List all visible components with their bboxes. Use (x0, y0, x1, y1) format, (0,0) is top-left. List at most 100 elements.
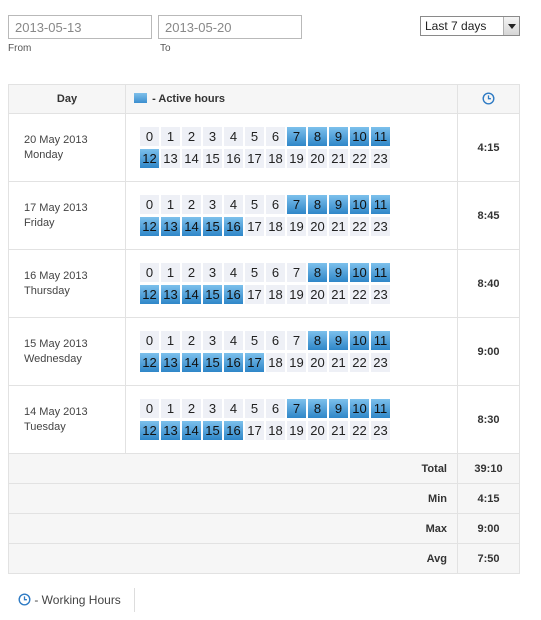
hour-cell-active: 16 (224, 284, 243, 304)
hour-cell-active: 11 (371, 126, 390, 146)
active-hours-header-label: - Active hours (152, 93, 226, 105)
hour-cell: 5 (245, 262, 264, 282)
hour-cell: 18 (266, 352, 285, 372)
hour-cell-active: 11 (371, 398, 390, 418)
hour-cell: 16 (224, 148, 243, 168)
hour-cell: 21 (329, 420, 348, 440)
day-weekday: Friday (24, 216, 55, 229)
hour-cell: 6 (266, 262, 285, 282)
hour-cell-active: 12 (140, 216, 159, 236)
hour-cell-active: 9 (329, 262, 348, 282)
hour-cell-active: 8 (308, 126, 327, 146)
hour-cell: 3 (203, 330, 222, 350)
date-range-select[interactable]: Last 7 days (420, 16, 520, 36)
hour-cell: 3 (203, 126, 222, 146)
day-total: 9:00 (457, 317, 520, 386)
summary-value: 39:10 (457, 453, 520, 484)
hour-cell: 7 (287, 262, 306, 282)
summary-value: 4:15 (457, 483, 520, 514)
day-weekday: Thursday (24, 284, 70, 297)
summary-label: Avg (8, 543, 458, 574)
hour-cell-active: 7 (287, 398, 306, 418)
table-header-row: Day - Active hours (8, 84, 520, 114)
hour-cell: 20 (308, 148, 327, 168)
day-total: 4:15 (457, 113, 520, 182)
hour-cell: 6 (266, 330, 285, 350)
hour-cell-active: 9 (329, 398, 348, 418)
day-cell: 15 May 2013 Wednesday (8, 317, 126, 386)
day-weekday: Monday (24, 148, 64, 161)
hour-cell: 4 (224, 262, 243, 282)
hour-cell: 6 (266, 398, 285, 418)
hour-cell: 22 (350, 420, 369, 440)
working-hours-table: Day - Active hours 20 May 2013 Monday 0 1 2 3… (8, 84, 520, 574)
hour-cell-active: 14 (182, 284, 201, 304)
hour-cell-active: 9 (329, 126, 348, 146)
hour-cell: 7 (287, 330, 306, 350)
hour-cell-active: 8 (308, 194, 327, 214)
hour-cell-active: 11 (371, 194, 390, 214)
hour-cell-active: 12 (140, 284, 159, 304)
hour-cell-active: 8 (308, 262, 327, 282)
hour-cell: 4 (224, 330, 243, 350)
hour-cell-active: 15 (203, 420, 222, 440)
day-date: 20 May 2013 (24, 133, 88, 146)
hour-cell: 20 (308, 284, 327, 304)
hour-cell-active: 7 (287, 194, 306, 214)
hour-cell: 18 (266, 148, 285, 168)
hour-cell-active: 10 (350, 262, 369, 282)
day-column-header: Day (8, 84, 126, 114)
hour-cell-active: 12 (140, 352, 159, 372)
hour-cell: 0 (140, 262, 159, 282)
hour-cell-active: 14 (182, 352, 201, 372)
hour-cell-active: 11 (371, 262, 390, 282)
day-date: 16 May 2013 (24, 269, 88, 282)
hour-cell: 1 (161, 330, 180, 350)
summary-row-min: Min 4:15 (8, 483, 520, 514)
hour-cell-active: 12 (140, 148, 159, 168)
to-date-input[interactable] (158, 15, 302, 39)
hour-line: 12 13 14 15 16 17 18 19 20 21 22 23 (140, 216, 457, 237)
day-date: 15 May 2013 (24, 337, 88, 350)
hour-line: 12 13 14 15 16 17 18 19 20 21 22 23 (140, 148, 457, 169)
hour-cell: 0 (140, 126, 159, 146)
hour-cell: 1 (161, 262, 180, 282)
hour-cell-active: 13 (161, 284, 180, 304)
from-date-input[interactable] (8, 15, 152, 39)
hour-cell: 19 (287, 420, 306, 440)
hour-cell: 17 (245, 420, 264, 440)
hour-cell-active: 7 (287, 126, 306, 146)
hour-cell: 13 (161, 148, 180, 168)
day-row: 16 May 2013 Thursday 0 1 2 3 4 5 6 7 8 9 10 11 12 13 14 1… (8, 249, 520, 318)
clock-icon (482, 92, 495, 105)
hour-cell-active: 10 (350, 194, 369, 214)
hour-cell: 21 (329, 352, 348, 372)
day-total: 8:30 (457, 385, 520, 454)
hour-cell: 20 (308, 352, 327, 372)
hour-cell: 17 (245, 148, 264, 168)
chevron-down-icon[interactable] (503, 17, 519, 35)
active-hours-cell: 0 1 2 3 4 5 6 7 8 9 10 11 12 13 14 15 16 17 18 19 20 21 22 23 (125, 113, 458, 182)
hour-cell: 22 (350, 216, 369, 236)
day-row: 15 May 2013 Wednesday 0 1 2 3 4 5 6 7 8 9 10 11 12 13 14… (8, 317, 520, 386)
hour-cell: 19 (287, 284, 306, 304)
summary-label: Min (8, 483, 458, 514)
hour-cell-active: 8 (308, 330, 327, 350)
hour-cell: 2 (182, 126, 201, 146)
hour-cell-active: 15 (203, 352, 222, 372)
hour-cell: 2 (182, 398, 201, 418)
day-row: 14 May 2013 Tuesday 0 1 2 3 4 5 6 7 8 9 10 11 12 13 14 15… (8, 385, 520, 454)
hour-cell: 5 (245, 398, 264, 418)
hour-cell-active: 17 (245, 352, 264, 372)
hour-cell: 6 (266, 194, 285, 214)
hour-cell: 5 (245, 194, 264, 214)
hour-cell-active: 10 (350, 330, 369, 350)
day-total: 8:45 (457, 181, 520, 250)
hour-cell: 0 (140, 398, 159, 418)
working-hours-legend-label: - Working Hours (34, 593, 121, 607)
active-hours-cell: 0 1 2 3 4 5 6 7 8 9 10 11 12 13 14 15 16 17 18 19 20 21 22 23 (125, 249, 458, 318)
hour-line: 0 1 2 3 4 5 6 7 8 9 10 11 (140, 398, 457, 419)
hour-cell: 19 (287, 216, 306, 236)
hour-cell-active: 16 (224, 352, 243, 372)
summary-row-total: Total 39:10 (8, 453, 520, 484)
